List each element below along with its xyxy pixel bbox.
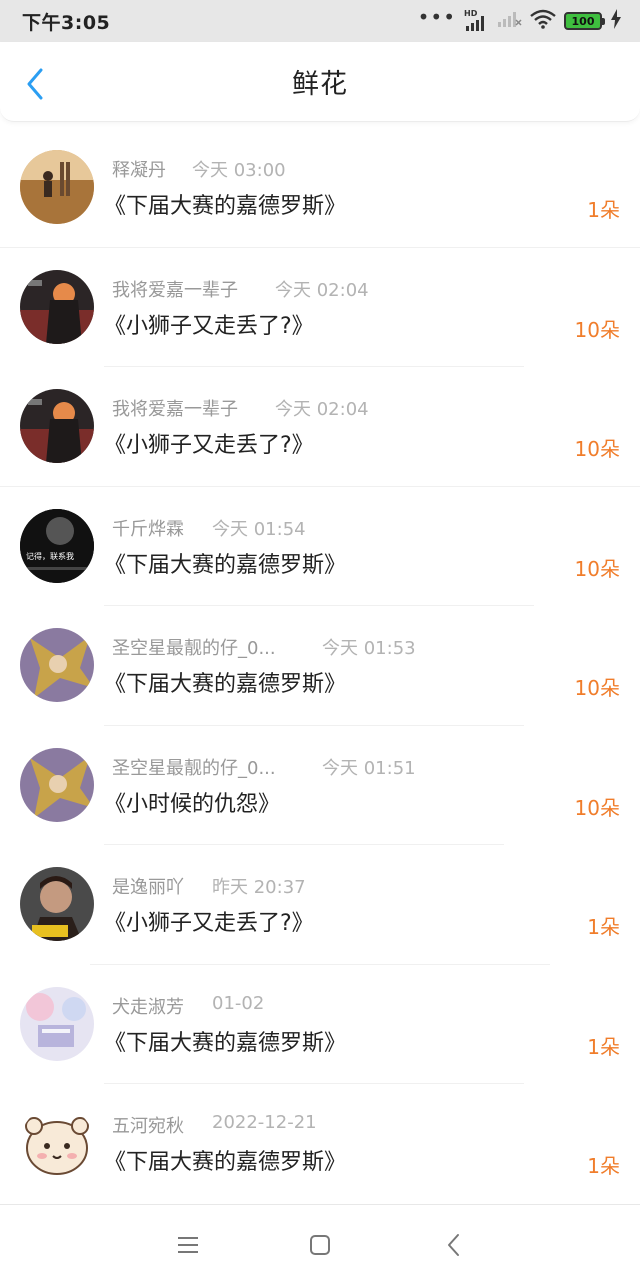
sender-name: 犬走淑芳 <box>112 996 184 1018</box>
send-time: 今天 01:53 <box>322 638 416 659</box>
avatar[interactable] <box>20 269 94 344</box>
avatar[interactable]: 记得，联系我 <box>20 508 94 583</box>
sender-name: 是逸丽吖 <box>112 877 184 898</box>
wifi-icon <box>530 9 556 33</box>
battery-level: 100 <box>571 14 595 28</box>
more-dots-icon: ••• <box>417 5 456 29</box>
list-item[interactable]: 我将爱嘉一辈子 今天 02:04 《小狮子又走丢了?》 10朵 <box>0 248 640 367</box>
sender-name: 释凝丹 <box>112 160 166 181</box>
avatar[interactable] <box>20 986 94 1061</box>
sender-name: 我将爱嘉一辈子 <box>112 399 238 420</box>
nav-bar: 鲜花 <box>0 42 640 122</box>
system-nav-bar <box>0 1204 640 1280</box>
work-title[interactable]: 《小狮子又走丢了?》 <box>104 905 314 937</box>
status-bar: 下午3:05 ••• HD 100 <box>0 0 640 42</box>
flower-count: 1朵 <box>587 198 620 222</box>
system-back-button[interactable] <box>436 1227 472 1263</box>
flower-count: 1朵 <box>587 1034 620 1059</box>
page-title: 鲜花 <box>292 69 348 100</box>
flower-count: 10朵 <box>574 437 620 461</box>
flower-count: 10朵 <box>574 317 620 342</box>
sender-name: 圣空星最靓的仔_0... <box>112 757 276 779</box>
avatar[interactable] <box>20 389 94 463</box>
flower-count: 1朵 <box>587 915 620 939</box>
status-time: 下午3:05 <box>22 11 111 34</box>
flower-count: 10朵 <box>574 556 620 581</box>
home-square-icon <box>310 1235 330 1255</box>
list-item[interactable]: 我将爱嘉一辈子 今天 02:04 《小狮子又走丢了?》 10朵 <box>0 367 640 487</box>
menu-icon <box>178 1237 198 1253</box>
sender-name: 我将爱嘉一辈子 <box>112 279 238 301</box>
work-title[interactable]: 《小狮子又走丢了?》 <box>104 308 314 340</box>
back-button[interactable] <box>20 66 50 102</box>
status-icons: ••• HD 100 <box>417 5 622 33</box>
avatar-caption: 记得，联系我 <box>26 551 74 561</box>
sender-name: 五河宛秋 <box>112 1116 184 1137</box>
work-title[interactable]: 《下届大赛的嘉德罗斯》 <box>104 666 346 698</box>
list-item[interactable]: 是逸丽吖 昨天 20:37 《小狮子又走丢了?》 1朵 <box>0 845 640 965</box>
send-time: 今天 02:04 <box>275 279 369 301</box>
list-item[interactable]: 释凝丹 今天 03:00 《下届大赛的嘉德罗斯》 1朵 <box>0 128 640 248</box>
work-title[interactable]: 《下届大赛的嘉德罗斯》 <box>104 188 346 220</box>
home-button[interactable] <box>302 1227 338 1263</box>
send-time: 今天 01:51 <box>322 757 416 779</box>
work-title[interactable]: 《下届大赛的嘉德罗斯》 <box>104 1025 346 1057</box>
sender-name: 千斤烨霖 <box>112 518 184 540</box>
list-item[interactable]: 犬走淑芳 01-02 《下届大赛的嘉德罗斯》 1朵 <box>0 965 640 1084</box>
flower-list: 释凝丹 今天 03:00 《下届大赛的嘉德罗斯》 1朵 我将爱嘉一辈子 今天 0… <box>0 128 640 1204</box>
work-title[interactable]: 《下届大赛的嘉德罗斯》 <box>104 1144 346 1176</box>
list-item[interactable]: 圣空星最靓的仔_0... 今天 01:51 《小时候的仇怨》 10朵 <box>0 726 640 845</box>
avatar[interactable] <box>20 1106 94 1180</box>
back-icon <box>448 1234 459 1256</box>
send-time: 2022-12-21 <box>212 1112 317 1133</box>
send-time: 今天 01:54 <box>212 518 306 540</box>
flower-count: 10朵 <box>574 676 620 700</box>
battery-icon: 100 <box>564 12 605 30</box>
send-time: 01-02 <box>212 992 265 1014</box>
signal-x-icon <box>498 10 522 32</box>
work-title[interactable]: 《小时候的仇怨》 <box>104 786 280 818</box>
send-time: 昨天 20:37 <box>212 877 306 898</box>
list-item[interactable]: 圣空星最靓的仔_0... 今天 01:53 《下届大赛的嘉德罗斯》 10朵 <box>0 606 640 726</box>
send-time: 今天 02:04 <box>275 399 369 420</box>
avatar[interactable] <box>20 867 94 941</box>
work-title[interactable]: 《下届大赛的嘉德罗斯》 <box>104 547 346 579</box>
avatar[interactable] <box>20 628 94 702</box>
chevron-left-icon <box>27 68 43 100</box>
flower-count: 1朵 <box>587 1154 620 1178</box>
avatar[interactable] <box>20 747 94 822</box>
menu-button[interactable] <box>170 1227 206 1263</box>
charging-icon <box>610 9 622 33</box>
avatar[interactable] <box>20 150 94 224</box>
flower-count: 10朵 <box>574 795 620 820</box>
send-time: 今天 03:00 <box>192 160 286 181</box>
signal-icon: HD <box>464 9 490 31</box>
list-item[interactable]: 记得，联系我 千斤烨霖 今天 01:54 《下届大赛的嘉德罗斯》 10朵 <box>0 487 640 606</box>
work-title[interactable]: 《小狮子又走丢了?》 <box>104 427 314 459</box>
sender-name: 圣空星最靓的仔_0... <box>112 638 276 659</box>
list-item[interactable]: 五河宛秋 2022-12-21 《下届大赛的嘉德罗斯》 1朵 <box>0 1084 640 1204</box>
